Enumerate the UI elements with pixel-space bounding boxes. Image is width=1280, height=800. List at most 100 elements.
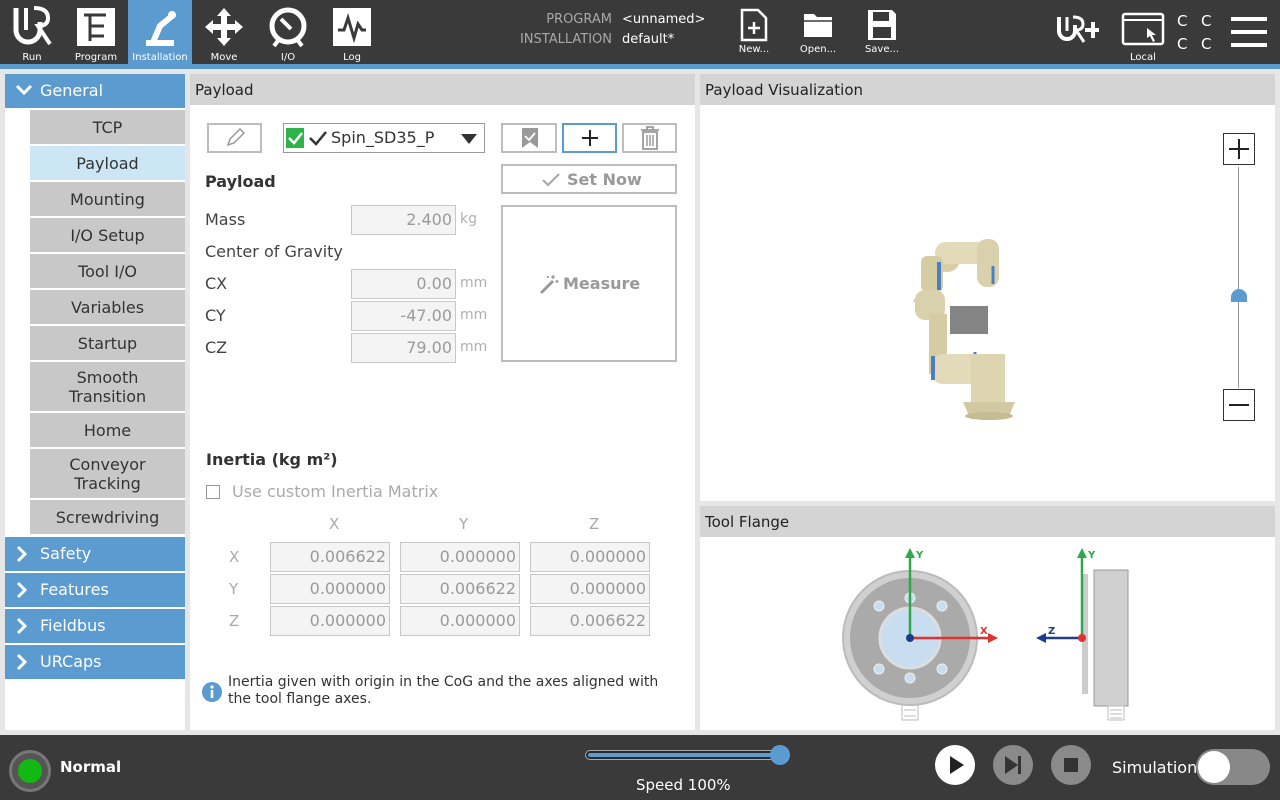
inertia-xz[interactable]: 0.000000 (530, 542, 650, 572)
matrix-row-y: Y (229, 580, 239, 598)
robot-arm-icon (146, 11, 176, 46)
payload-panel-header: Payload (190, 74, 695, 105)
cy-input[interactable]: -47.00 (351, 301, 456, 331)
nav-run[interactable]: Run (0, 0, 64, 64)
rename-button[interactable] (207, 123, 262, 153)
measure-button[interactable]: Measure (501, 205, 677, 362)
inertia-yx[interactable]: 0.000000 (270, 574, 390, 604)
inertia-yy[interactable]: 0.006622 (400, 574, 520, 604)
urcaps-button[interactable] (1046, 0, 1110, 64)
zoom-out-button[interactable] (1223, 389, 1255, 421)
panel-title: Tool Flange (705, 513, 790, 531)
stop-icon (1064, 758, 1078, 772)
open-button-label: Open... (799, 44, 837, 55)
sidebar-item-variables[interactable]: Variables (30, 290, 185, 324)
nav-installation[interactable]: Installation (128, 0, 192, 64)
inertia-xx[interactable]: 0.006622 (270, 542, 390, 572)
bookmark-check-icon (522, 128, 538, 148)
nav-move[interactable]: Move (192, 0, 256, 64)
set-now-button[interactable]: Set Now (501, 164, 677, 194)
nav-program-label: Program (74, 52, 118, 63)
plus-icon (582, 130, 598, 146)
sidebar-item-startup[interactable]: Startup (30, 326, 185, 360)
checkbox-checked-icon (286, 128, 304, 148)
visualization-header: Payload Visualization (700, 74, 1275, 105)
sidebar-category-features[interactable]: Features (5, 573, 185, 607)
play-button[interactable] (935, 745, 975, 785)
robot-3d-view[interactable] (905, 234, 1025, 424)
inertia-zz[interactable]: 0.006622 (530, 606, 650, 636)
speed-slider-thumb[interactable] (770, 745, 790, 765)
cx-input[interactable]: 0.00 (351, 269, 456, 299)
chevron-right-icon (16, 546, 28, 562)
panel-title: Payload Visualization (705, 81, 864, 99)
stop-button[interactable] (1051, 745, 1091, 785)
sidebar-item-screwdriving[interactable]: Screwdriving (30, 500, 185, 534)
sidebar-category-general[interactable]: General (5, 74, 185, 108)
dropdown-arrow-icon (461, 134, 477, 144)
set-default-button[interactable] (501, 123, 557, 153)
tool-flange-header: Tool Flange (700, 506, 1275, 537)
flange-side-diagram: Y Z (1036, 548, 1129, 721)
inertia-yz[interactable]: 0.000000 (530, 574, 650, 604)
sidebar-item-tool-io[interactable]: Tool I/O (30, 254, 185, 288)
open-button[interactable]: Open... (786, 0, 850, 64)
info-icon (202, 682, 222, 702)
sidebar-item-conveyor-tracking[interactable]: Conveyor Tracking (30, 449, 185, 498)
step-button[interactable] (993, 745, 1033, 785)
nav-program[interactable]: Program (64, 0, 128, 64)
speed-slider-track[interactable] (585, 750, 790, 760)
sidebar-item-io-setup[interactable]: I/O Setup (30, 218, 185, 252)
pencil-icon (226, 127, 246, 147)
cz-input[interactable]: 79.00 (351, 333, 456, 363)
nav-io[interactable]: I/O (256, 0, 320, 64)
matrix-row-z: Z (229, 612, 240, 630)
side-z-axis-label: Z (1048, 626, 1055, 637)
delete-payload-button[interactable] (622, 123, 677, 153)
local-label: Local (1130, 52, 1156, 63)
inertia-title: Inertia (kg m²) (206, 450, 338, 469)
new-button[interactable]: New... (722, 0, 786, 64)
nav-log[interactable]: Log (320, 0, 384, 64)
mass-input[interactable]: 2.400 (351, 205, 456, 235)
save-button-label: Save... (864, 44, 900, 55)
hamburger-menu-icon[interactable] (1229, 16, 1269, 48)
custom-inertia-label: Use custom Inertia Matrix (232, 482, 439, 501)
custom-inertia-checkbox[interactable] (206, 485, 220, 499)
zoom-slider-thumb[interactable] (1230, 288, 1248, 302)
simulation-toggle[interactable] (1196, 749, 1270, 785)
inertia-zy[interactable]: 0.000000 (400, 606, 520, 636)
zoom-in-button[interactable] (1223, 133, 1255, 165)
sidebar-category-urcaps[interactable]: URCaps (5, 645, 185, 679)
sidebar-category-label: Features (40, 580, 109, 599)
program-name: <unnamed> (622, 12, 706, 27)
sidebar-category-fieldbus[interactable]: Fieldbus (5, 609, 185, 643)
local-mode-button[interactable]: Local (1111, 0, 1175, 64)
cc-indicator-4: C (1201, 35, 1212, 53)
sidebar-item-payload[interactable]: Payload (30, 146, 185, 180)
zoom-slider-track[interactable] (1238, 167, 1239, 388)
new-button-label: New... (738, 44, 770, 55)
robot-status-button[interactable] (9, 750, 51, 792)
cog-label: Center of Gravity (205, 242, 343, 261)
sidebar-item-tcp[interactable]: TCP (30, 110, 185, 144)
cc-indicator-1: C (1177, 12, 1188, 30)
sidebar-item-smooth-transition[interactable]: Smooth Transition (30, 362, 185, 411)
inertia-xy[interactable]: 0.000000 (400, 542, 520, 572)
new-file-icon (740, 8, 768, 42)
inertia-zx[interactable]: 0.000000 (270, 606, 390, 636)
save-button[interactable]: Save... (850, 0, 914, 64)
measure-label: Measure (563, 274, 641, 293)
payload-select[interactable]: Spin_SD35_P (283, 123, 485, 153)
side-y-axis-label: Y (1087, 550, 1096, 561)
payload-panel: Payload Spin_SD35_P Set Now Payload Mass… (190, 74, 695, 730)
sidebar-item-mounting[interactable]: Mounting (30, 182, 185, 216)
io-gauge-icon (269, 7, 307, 48)
sidebar-item-home[interactable]: Home (30, 413, 185, 447)
floppy-disk-icon (868, 10, 896, 40)
inertia-info-text: Inertia given with origin in the CoG and… (228, 674, 659, 707)
sidebar-category-safety[interactable]: Safety (5, 537, 185, 571)
matrix-col-z: Z (589, 515, 600, 533)
add-payload-button[interactable] (562, 123, 617, 153)
matrix-col-y: Y (459, 515, 469, 533)
